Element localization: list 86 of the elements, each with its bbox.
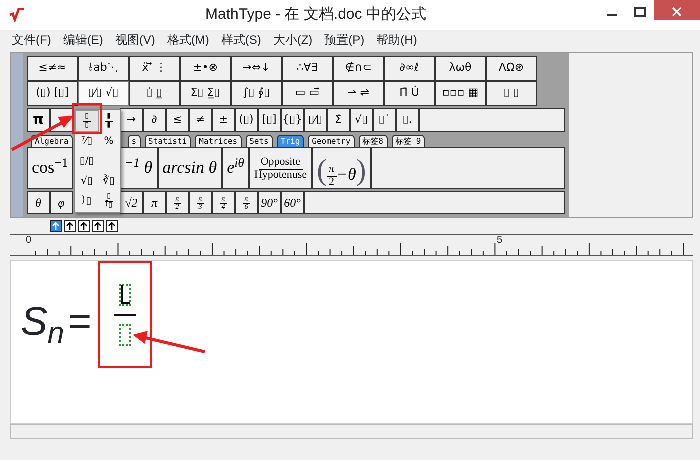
symbol-palette-button[interactable]: ▫▫▫ ▦: [435, 81, 486, 106]
template-button[interactable]: θ: [27, 191, 50, 214]
symbol-palette-button[interactable]: ±•⊗: [180, 56, 231, 81]
placeholder-slot[interactable]: [118, 284, 131, 306]
template-button[interactable]: φ: [50, 191, 73, 214]
menu-item[interactable]: 格式(M): [167, 31, 210, 49]
template-option[interactable]: ⁷⁄▯: [76, 131, 98, 151]
template-button[interactable]: e$^{iθ}$: [222, 147, 250, 189]
symbol-button[interactable]: ±: [212, 108, 235, 132]
highlight-box: [72, 103, 102, 134]
symbol-button[interactable]: {▯}: [281, 108, 304, 132]
symbol-button[interactable]: [▯]: [258, 108, 281, 132]
symbol-button[interactable]: Σ̇: [327, 108, 350, 132]
template-option[interactable]: √▯: [76, 171, 98, 191]
template-button[interactable]: arcsin θ: [158, 147, 222, 189]
palette-tab[interactable]: Geometry: [308, 135, 355, 147]
app-logo-icon: [9, 8, 25, 22]
palette-tab[interactable]: Sets: [246, 135, 273, 147]
annotation-arrow: [11, 116, 74, 152]
symbol-button[interactable]: (▯): [235, 108, 258, 132]
symbol-palette-button[interactable]: ▯ ▯: [486, 81, 537, 106]
palette-tab[interactable]: 标签 9: [392, 135, 426, 147]
symbol-palette-button[interactable]: ẍ ⃗ ⋮: [129, 56, 180, 81]
symbol-button[interactable]: ▯.: [396, 108, 419, 132]
menu-item[interactable]: 帮助(H): [376, 31, 418, 49]
template-button[interactable]: Opposite Hypotenuse: [249, 147, 312, 189]
symbol-button[interactable]: ≤: [166, 108, 189, 132]
symbol-palette-button[interactable]: Σ▯ Σ̲▯: [180, 81, 231, 106]
symbol-button[interactable]: →: [120, 108, 143, 132]
symbol-palette-button[interactable]: λωθ: [435, 56, 486, 81]
tab-stop-button[interactable]: [50, 220, 62, 232]
minimize-icon: [607, 14, 617, 16]
equals-sign: =: [68, 299, 92, 346]
ruler-label: 0: [26, 235, 32, 246]
tab-stop-button[interactable]: [106, 220, 118, 232]
symbol-palette-button[interactable]: ∫▯ ∮▯: [231, 81, 282, 106]
symbol-palette-button[interactable]: ▭ ▭⃗: [282, 81, 333, 106]
symbol-button[interactable]: ▯˙: [373, 108, 396, 132]
menu-item[interactable]: 样式(S): [221, 31, 262, 49]
menu-item[interactable]: 编辑(E): [63, 31, 104, 49]
symbol-palette-button[interactable]: ∉∩⊂: [333, 56, 384, 81]
symbol-palette-button[interactable]: ▯̇ ▯̲: [129, 81, 180, 106]
ruler-label: 5: [497, 235, 503, 246]
template-button[interactable]: 60°: [281, 191, 304, 214]
maximize-icon: [634, 6, 646, 17]
template-button[interactable]: cos$^{−1}$: [27, 147, 73, 189]
symbol-palette-button[interactable]: ▯⁄▯ √▯: [78, 81, 129, 106]
menu-item[interactable]: 预置(P): [324, 31, 365, 49]
symbol-button[interactable]: ∂: [143, 108, 166, 132]
template-option[interactable]: ∛▯: [98, 171, 120, 191]
template-option[interactable]: %: [98, 131, 120, 151]
window-title: MathType - 在 文档.doc 中的公式: [204, 4, 428, 25]
menu-item[interactable]: 大小(Z): [273, 31, 313, 49]
template-button[interactable]: 90°: [258, 191, 281, 214]
palette-tab[interactable]: Algebra: [31, 135, 73, 147]
symbol-palette-button[interactable]: ΛΩ⊛: [486, 56, 537, 81]
menu-item[interactable]: 文件(F): [12, 31, 52, 49]
palette-tab[interactable]: s: [128, 135, 141, 147]
template-button[interactable]: √2: [120, 191, 143, 214]
close-icon: [672, 6, 682, 17]
symbol-button[interactable]: ≠: [189, 108, 212, 132]
symbol-palette-button[interactable]: ∴∀∃: [282, 56, 333, 81]
symbol-palette-button[interactable]: Π̄ U̇: [384, 81, 435, 106]
symbol-palette-button[interactable]: ⇀ ⇌: [333, 81, 384, 106]
palette-tab[interactable]: 标签8: [358, 135, 388, 147]
tab-stop-button[interactable]: [78, 220, 90, 232]
close-button[interactable]: [654, 0, 700, 20]
template-button[interactable]: π: [143, 191, 166, 214]
symbol-palette-button[interactable]: ⫰ab⋱: [78, 56, 129, 81]
symbol-palette-button[interactable]: →⇔↓: [231, 56, 282, 81]
symbol-palette-button[interactable]: ≤≠≈: [27, 56, 78, 81]
tab-stop-button[interactable]: [64, 220, 76, 232]
text-cursor-icon: [120, 284, 130, 304]
equation-variable: S$_{n}$: [21, 299, 64, 352]
palette-tab[interactable]: Statisti: [144, 135, 192, 147]
symbol-button[interactable]: ▯⁄▯: [304, 108, 327, 132]
symbol-palette-button[interactable]: ∂∞ℓ: [384, 56, 435, 81]
symbol-palette-button[interactable]: (▯) [▯]: [27, 81, 78, 106]
symbol-button[interactable]: √▯: [350, 108, 373, 132]
template-option[interactable]: ▯/▯: [76, 151, 98, 171]
template-button[interactable]: $^{−1}$ θ: [120, 147, 158, 189]
palette-tab[interactable]: Matrices: [195, 135, 242, 147]
menu-item[interactable]: 视图(V): [115, 31, 156, 49]
tab-stop-button[interactable]: [92, 220, 104, 232]
symbol-button[interactable]: π: [27, 108, 50, 132]
template-option[interactable]: ⟌▯: [76, 191, 98, 211]
